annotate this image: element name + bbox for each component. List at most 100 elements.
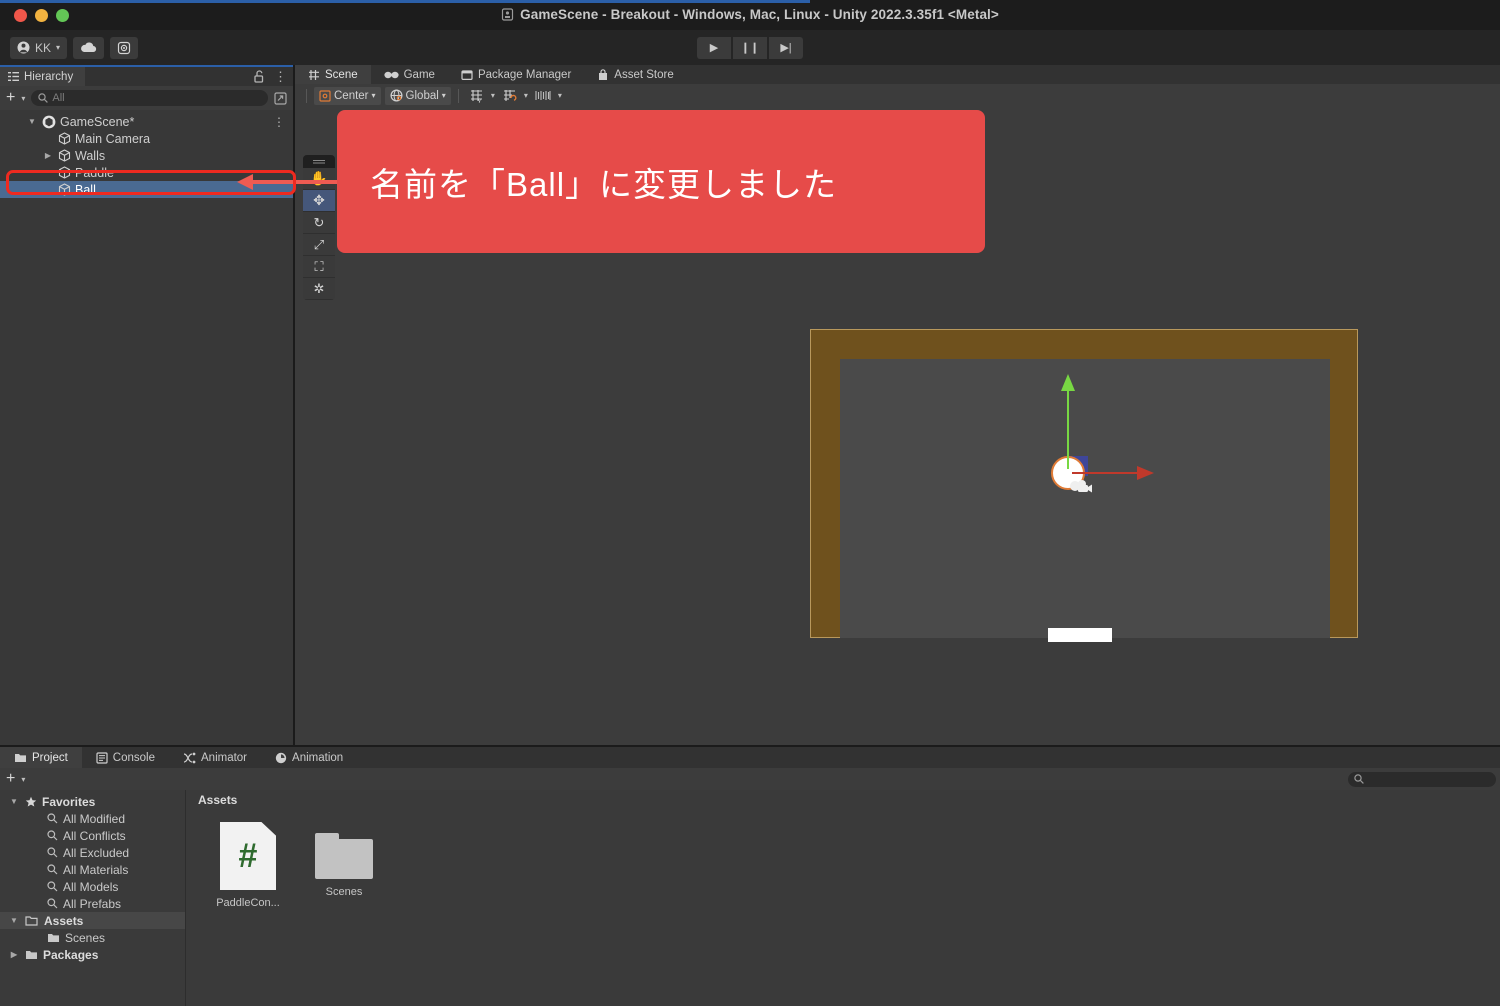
tab-asset-store[interactable]: Asset Store [584, 65, 686, 84]
asset-item[interactable]: Scenes [308, 822, 380, 909]
search-icon [47, 864, 58, 875]
grid-snap-icon [502, 89, 517, 103]
svg-text:y: y [478, 98, 481, 103]
project-tree-item-packages[interactable]: ▶ Packages [0, 946, 185, 963]
unity-scene-icon [42, 115, 56, 129]
hierarchy-item-gamescene[interactable]: ▼ GameScene* ⋮ [0, 113, 293, 130]
annotation-highlight-box [6, 170, 296, 195]
expand-window-icon[interactable] [274, 91, 287, 105]
window-title-bar: GameScene - Breakout - Windows, Mac, Lin… [0, 0, 1500, 30]
playback-controls[interactable]: ▶ ❙❙ ▶| [697, 36, 803, 59]
layer-ruler-caret[interactable]: ▾ [558, 91, 562, 100]
package-icon [461, 69, 473, 81]
hierarchy-item-label: Main Camera [75, 131, 151, 146]
camera-icon[interactable] [1068, 477, 1094, 500]
grid-snap-button[interactable] [499, 87, 520, 105]
transform-tool-button[interactable]: ✲ [303, 278, 335, 300]
scene-tab-row[interactable]: Scene Game Package Manager Asset Store [295, 65, 1500, 84]
project-tree-item-all-models[interactable]: All Models [0, 878, 185, 895]
hand-tool-button[interactable]: ✋ [303, 168, 335, 190]
project-tree-item-assets[interactable]: ▼ Assets [0, 912, 185, 929]
project-search-input[interactable] [1348, 771, 1496, 787]
grid-visibility-icon: y [469, 89, 484, 103]
move-tool-button[interactable]: ✥ [303, 190, 335, 212]
add-gameobject-caret[interactable]: ▾ [21, 94, 25, 103]
cloud-button[interactable] [73, 36, 105, 59]
tab-hierarchy-label: Hierarchy [24, 70, 74, 83]
project-tree-item-all-excluded[interactable]: All Excluded [0, 844, 185, 861]
layer-ruler-button[interactable] [532, 87, 554, 105]
asset-grid[interactable]: # PaddleCon... Scenes [186, 810, 1500, 909]
project-tree-item-all-conflicts[interactable]: All Conflicts [0, 827, 185, 844]
tab-label: Project [32, 751, 68, 764]
annotation-callout-text: 名前を「Ball」に変更しました [370, 165, 838, 203]
pivot-mode-dropdown[interactable]: Center ▾ [314, 86, 381, 105]
hierarchy-twisty[interactable]: ▼ [26, 117, 38, 126]
paddle-object[interactable] [1048, 628, 1112, 642]
create-asset-caret[interactable]: ▾ [21, 775, 25, 784]
hierarchy-menu-icon[interactable]: ⋮ [274, 69, 287, 85]
grid-visibility-button[interactable]: y [466, 87, 487, 105]
asset-item[interactable]: # PaddleCon... [212, 822, 284, 909]
store-bag-icon [597, 68, 609, 81]
project-tree-item-all-prefabs[interactable]: All Prefabs [0, 895, 185, 912]
tab-console[interactable]: Console [82, 747, 169, 768]
rotate-tool-button[interactable]: ↻ [303, 212, 335, 234]
grid-snap-caret[interactable]: ▾ [524, 91, 528, 100]
tool-palette-drag-handle[interactable] [303, 155, 335, 168]
project-tree-item-all-materials[interactable]: All Materials [0, 861, 185, 878]
tab-package-manager[interactable]: Package Manager [448, 65, 584, 84]
step-button[interactable]: ▶| [769, 36, 803, 59]
rect-tool-button[interactable]: ⛶ [303, 256, 335, 278]
hierarchy-panel-tools[interactable]: ⋮ [254, 69, 287, 85]
folder-icon [25, 949, 38, 960]
tab-hierarchy[interactable]: Hierarchy [0, 67, 86, 86]
transform-tool-icon: ✲ [313, 280, 325, 296]
gizmo-x-axis[interactable] [1072, 472, 1140, 474]
handle-space-dropdown[interactable]: Global ▾ [384, 86, 451, 105]
scene-grid-icon [308, 69, 320, 81]
project-toolbar[interactable]: + ▾ [0, 768, 1500, 790]
person-icon [17, 41, 30, 54]
project-tree-twisty[interactable]: ▼ [8, 797, 20, 806]
project-folder-tree[interactable]: ▼ Favorites All Modified All Conflicts All E… [0, 790, 186, 1006]
move-tool-icon: ✥ [313, 192, 325, 208]
project-tree-item-favorites[interactable]: ▼ Favorites [0, 793, 185, 810]
tab-label: Game [403, 68, 435, 81]
gizmo-y-axis[interactable] [1067, 384, 1069, 469]
scene-toolbar[interactable]: Center ▾ Global ▾ y ▾ ▾ ▾ [295, 84, 1500, 107]
tab-game[interactable]: Game [371, 65, 448, 84]
handle-space-label: Global [405, 89, 439, 102]
tab-scene[interactable]: Scene [295, 65, 371, 84]
hierarchy-icon [8, 71, 19, 82]
add-gameobject-button[interactable]: + [6, 90, 15, 106]
hierarchy-item-walls[interactable]: ▶ Walls [0, 147, 293, 164]
project-tree-twisty[interactable]: ▶ [8, 950, 20, 959]
hierarchy-item-maincamera[interactable]: Main Camera [0, 130, 293, 147]
hierarchy-item-menu-icon[interactable]: ⋮ [273, 115, 285, 129]
scene-tool-palette[interactable]: ✋ ✥ ↻ ⤢ ⛶ ✲ [303, 155, 335, 300]
lock-open-icon[interactable] [254, 70, 265, 83]
services-button[interactable] [110, 36, 139, 59]
gizmo-x-arrowhead[interactable] [1137, 466, 1154, 480]
gizmo-y-arrowhead[interactable] [1061, 374, 1075, 391]
play-button[interactable]: ▶ [697, 36, 731, 59]
toolbar-left-group: KK ▾ [10, 36, 139, 59]
project-tree-item-all-modified[interactable]: All Modified [0, 810, 185, 827]
tab-project[interactable]: Project [0, 747, 82, 768]
hierarchy-search-input[interactable]: All [31, 90, 268, 106]
project-tree-twisty[interactable]: ▼ [8, 916, 20, 925]
project-tab-row[interactable]: Project Console Animator Animation [0, 747, 1500, 768]
project-tree-item-scenes[interactable]: Scenes [0, 929, 185, 946]
create-asset-button[interactable]: + [6, 771, 15, 787]
tab-animation[interactable]: Animation [261, 747, 357, 768]
project-asset-browser[interactable]: Assets # PaddleCon... Scenes [186, 790, 1500, 1006]
pause-button[interactable]: ❙❙ [733, 36, 767, 59]
tab-animator[interactable]: Animator [169, 747, 261, 768]
scale-tool-button[interactable]: ⤢ [303, 234, 335, 256]
grid-visibility-caret[interactable]: ▾ [491, 91, 495, 100]
hierarchy-twisty[interactable]: ▶ [42, 151, 54, 160]
project-breadcrumb: Assets [186, 790, 1500, 810]
account-button[interactable]: KK ▾ [10, 36, 68, 59]
annotation-callout: 名前を「Ball」に変更しました [337, 110, 985, 253]
